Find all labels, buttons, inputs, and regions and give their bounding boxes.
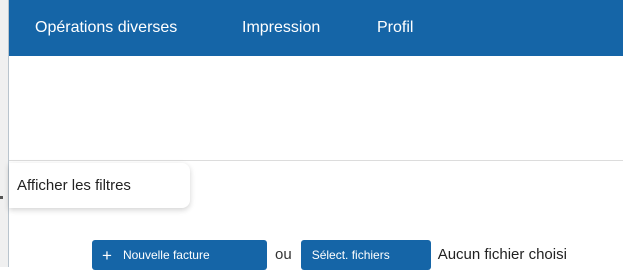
show-filters-label: Afficher les filtres [17, 177, 131, 194]
select-files-label: Sélect. fichiers [311, 248, 390, 262]
select-files-button[interactable]: Sélect. fichiers [300, 240, 431, 270]
section-divider [9, 160, 623, 161]
left-panel-edge [0, 0, 9, 267]
collapse-handle[interactable] [0, 196, 3, 199]
invoice-actions: + Nouvelle facture ou Sélect. fichiers A… [92, 240, 567, 270]
no-file-chosen-text: Aucun fichier choisi [437, 246, 567, 263]
or-label: ou [275, 246, 292, 263]
new-invoice-label: Nouvelle facture [122, 248, 210, 262]
new-invoice-button[interactable]: + Nouvelle facture [92, 240, 267, 270]
nav-item-impression[interactable]: Impression [242, 19, 320, 37]
top-navbar: Opérations diverses Impression Profil [9, 0, 623, 56]
plus-icon: + [102, 245, 112, 265]
nav-item-profil[interactable]: Profil [377, 19, 413, 37]
show-filters-button[interactable]: Afficher les filtres [9, 163, 190, 208]
nav-item-operations-diverses[interactable]: Opérations diverses [35, 19, 177, 37]
